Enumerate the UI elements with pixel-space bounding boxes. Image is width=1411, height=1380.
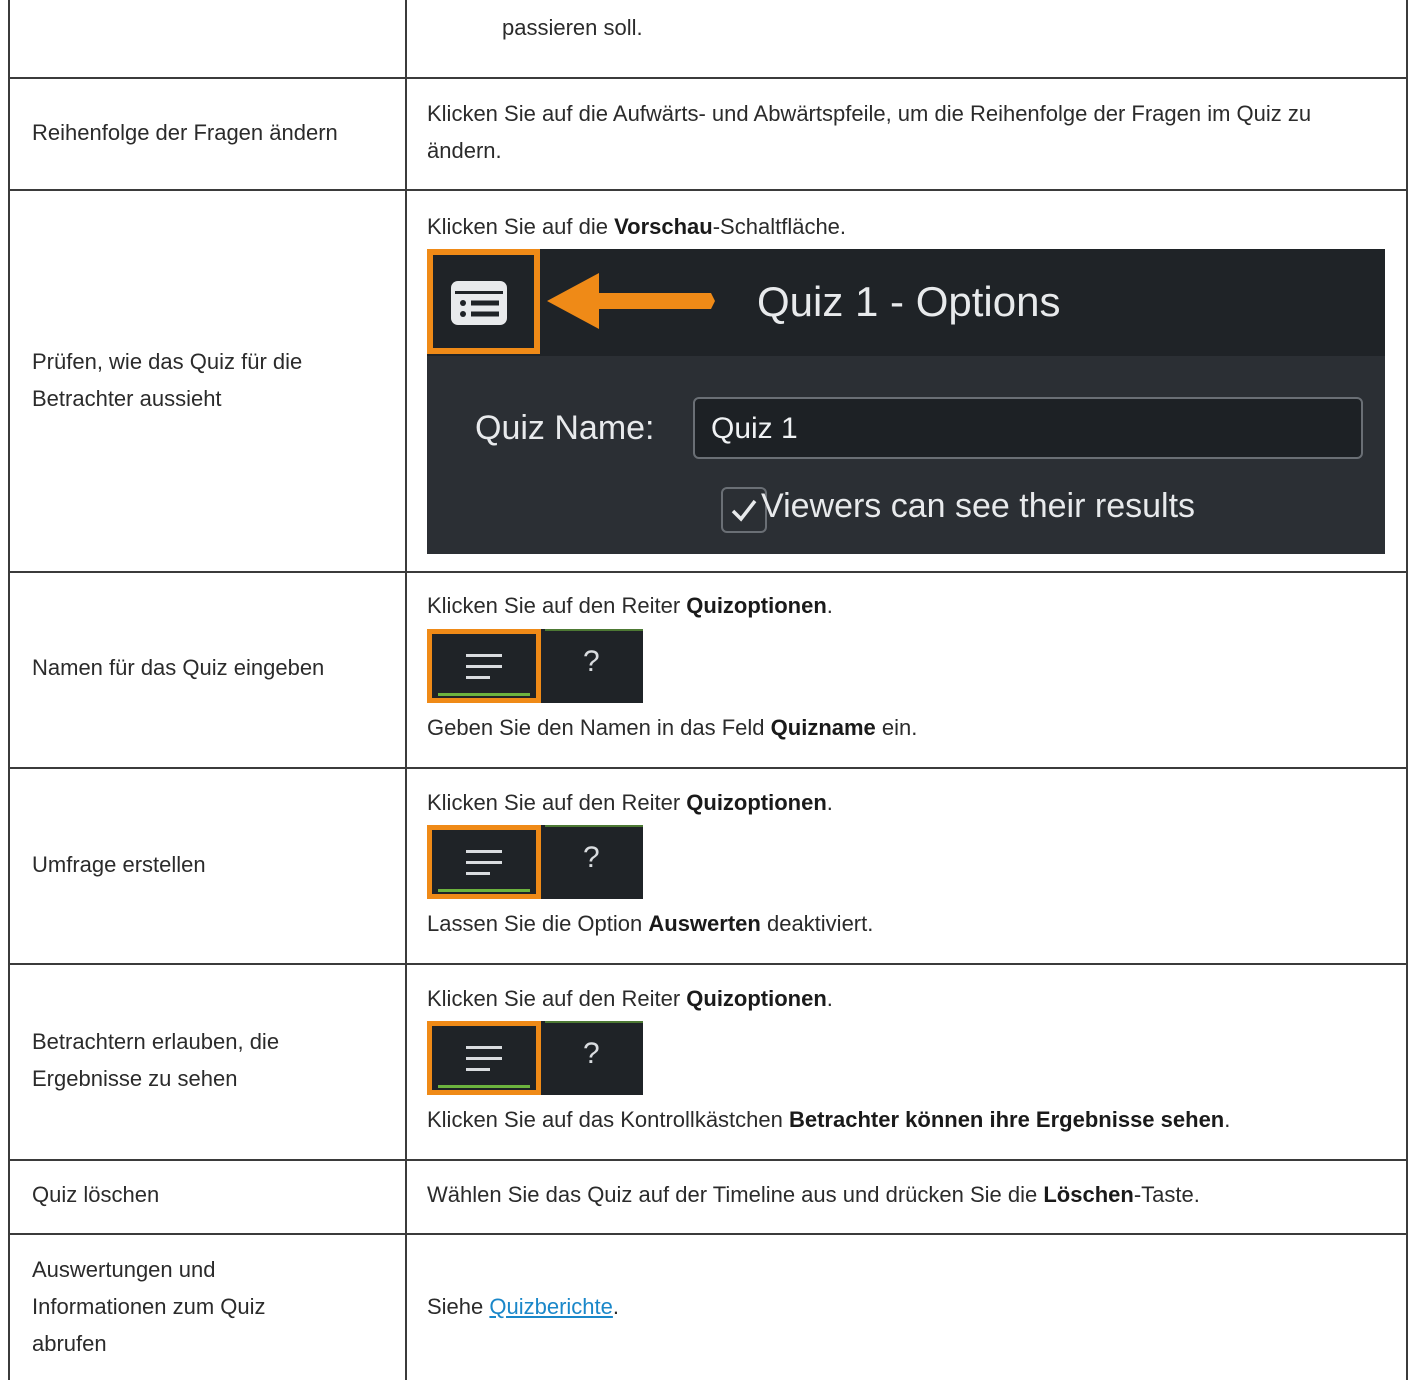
question-icon: ? bbox=[583, 1037, 600, 1070]
row-label: Auswertungen und Informationen zum Quiz … bbox=[32, 1257, 266, 1356]
help-tab: ? bbox=[545, 629, 643, 703]
options-screenshot: Quiz 1 - Options Quiz Name: Quiz 1 Viewe… bbox=[427, 249, 1385, 554]
tab-indicator bbox=[438, 693, 530, 696]
row-label: Umfrage erstellen bbox=[32, 852, 206, 877]
row-desc-cell: Klicken Sie auf den Reiter Quizoptionen.… bbox=[407, 573, 1408, 767]
row-label: Quiz löschen bbox=[32, 1182, 160, 1207]
row-label: Reihenfolge der Fragen ändern bbox=[32, 120, 338, 145]
desc-text: . bbox=[826, 986, 833, 1011]
help-tab: ? bbox=[545, 825, 643, 899]
row-desc-cell: Klicken Sie auf die Vorschau-Schaltfläch… bbox=[407, 191, 1408, 571]
tab-border bbox=[545, 825, 643, 827]
desc-bold: Quizname bbox=[770, 715, 876, 740]
desc-text: Wählen Sie das Quiz auf der Timeline aus… bbox=[427, 1182, 1044, 1207]
desc-bold: Quizoptionen bbox=[686, 593, 827, 618]
desc-text: . bbox=[1224, 1107, 1231, 1132]
arrow-icon bbox=[547, 273, 715, 329]
tab-border bbox=[545, 629, 643, 631]
row-label-cell: Namen für das Quiz eingeben bbox=[8, 573, 407, 767]
tab-indicator bbox=[438, 889, 530, 892]
desc-text: Klicken Sie auf den Reiter bbox=[427, 593, 687, 618]
tab-border bbox=[545, 1021, 643, 1023]
row-label: Prüfen, wie das Quiz für die Betrachter … bbox=[32, 349, 303, 411]
quiz-name-value: Quiz 1 bbox=[711, 412, 798, 445]
table-row: Umfrage erstellen Klicken Sie auf den Re… bbox=[8, 769, 1408, 963]
row-desc: passieren soll. bbox=[502, 15, 643, 40]
table-row: Auswertungen und Informationen zum Quiz … bbox=[8, 1235, 1408, 1380]
quiz-tabs-image: ? bbox=[427, 629, 643, 703]
row-desc-cell: Klicken Sie auf die Aufwärts- und Abwärt… bbox=[407, 79, 1408, 189]
row-label-cell: Quiz löschen bbox=[8, 1161, 407, 1233]
row-desc-2: Lassen Sie die Option Auswerten deaktivi… bbox=[427, 905, 1386, 942]
desc-text: . bbox=[826, 790, 833, 815]
question-icon: ? bbox=[583, 841, 600, 874]
row-desc-cell: passieren soll. bbox=[407, 0, 1408, 77]
row-desc-2: Klicken Sie auf das Kontrollkästchen Bet… bbox=[427, 1101, 1386, 1138]
row-label-cell: Auswertungen und Informationen zum Quiz … bbox=[8, 1235, 407, 1380]
desc-bold: Auswerten bbox=[648, 911, 761, 936]
checkmark-icon bbox=[731, 499, 757, 522]
quizberichte-link[interactable]: Quizberichte bbox=[489, 1294, 613, 1319]
row-desc: Klicken Sie auf den Reiter Quizoptionen. bbox=[427, 587, 1386, 624]
viewers-results-label: Viewers can see their results bbox=[761, 487, 1196, 525]
preview-icon bbox=[451, 281, 507, 325]
table-row: Namen für das Quiz eingeben Klicken Sie … bbox=[8, 573, 1408, 767]
lines-icon bbox=[466, 654, 502, 679]
quiz-tabs-image: ? bbox=[427, 1021, 643, 1095]
row-desc-2: Geben Sie den Namen in das Feld Quizname… bbox=[427, 709, 1386, 746]
desc-text: Geben Sie den Namen in das Feld bbox=[427, 715, 771, 740]
desc-text: . bbox=[826, 593, 833, 618]
row-label-cell: Prüfen, wie das Quiz für die Betrachter … bbox=[8, 191, 407, 571]
tab-indicator bbox=[438, 1085, 530, 1088]
row-label-cell: Reihenfolge der Fragen ändern bbox=[8, 79, 407, 189]
desc-text: Klicken Sie auf das Kontrollkästchen bbox=[427, 1107, 789, 1132]
row-label-cell: Umfrage erstellen bbox=[8, 769, 407, 963]
table-row: Reihenfolge der Fragen ändern Klicken Si… bbox=[8, 79, 1408, 189]
row-desc: Klicken Sie auf die Vorschau-Schaltfläch… bbox=[427, 208, 1386, 245]
desc-text: Klicken Sie auf den Reiter bbox=[427, 986, 687, 1011]
row-desc-cell: Wählen Sie das Quiz auf der Timeline aus… bbox=[407, 1161, 1408, 1233]
desc-text: Klicken Sie auf den Reiter bbox=[427, 790, 687, 815]
lines-icon bbox=[466, 850, 502, 875]
quiz-options-title: Quiz 1 - Options bbox=[757, 278, 1061, 325]
row-desc: Wählen Sie das Quiz auf der Timeline aus… bbox=[427, 1176, 1386, 1213]
row-desc-cell: Klicken Sie auf den Reiter Quizoptionen.… bbox=[407, 769, 1408, 963]
row-label: Betrachtern erlauben, die Ergebnisse zu … bbox=[32, 1029, 280, 1091]
row-desc: Klicken Sie auf den Reiter Quizoptionen. bbox=[427, 784, 1386, 821]
row-desc: Klicken Sie auf die Aufwärts- und Abwärt… bbox=[427, 101, 1312, 163]
desc-text: Lassen Sie die Option bbox=[427, 911, 649, 936]
row-desc-cell: Klicken Sie auf den Reiter Quizoptionen.… bbox=[407, 965, 1408, 1159]
desc-text: . bbox=[612, 1294, 620, 1319]
desc-bold: Löschen bbox=[1043, 1182, 1134, 1207]
table-row: Quiz löschen Wählen Sie das Quiz auf der… bbox=[8, 1161, 1408, 1233]
desc-text: Klicken Sie auf die bbox=[427, 214, 615, 239]
quiz-options-tab bbox=[427, 825, 541, 899]
quiz-options-tab bbox=[427, 629, 541, 703]
quiz-name-field: Quiz 1 bbox=[693, 397, 1363, 459]
desc-text: -Schaltfläche. bbox=[712, 214, 847, 239]
desc-text: ein. bbox=[875, 715, 918, 740]
row-desc: Klicken Sie auf den Reiter Quizoptionen. bbox=[427, 980, 1386, 1017]
help-tab: ? bbox=[545, 1021, 643, 1095]
row-label-cell: Betrachtern erlauben, die Ergebnisse zu … bbox=[8, 965, 407, 1159]
desc-text: deaktiviert. bbox=[760, 911, 874, 936]
desc-text: -Taste. bbox=[1133, 1182, 1200, 1207]
desc-bold: Quizoptionen bbox=[686, 986, 827, 1011]
row-label: Namen für das Quiz eingeben bbox=[32, 655, 325, 680]
quiz-options-tab bbox=[427, 1021, 541, 1095]
row-desc-cell: Siehe Quizberichte. bbox=[407, 1235, 1408, 1380]
lines-icon bbox=[466, 1046, 502, 1071]
desc-text: Siehe bbox=[427, 1294, 490, 1319]
quiz-name-label: Quiz Name: bbox=[475, 409, 655, 447]
row-label-cell bbox=[8, 0, 407, 77]
desc-bold: Betrachter können ihre Ergebnisse sehen bbox=[788, 1107, 1225, 1132]
table-row: Betrachtern erlauben, die Ergebnisse zu … bbox=[8, 965, 1408, 1159]
desc-bold: Quizoptionen bbox=[686, 790, 827, 815]
table-row: passieren soll. bbox=[8, 0, 1408, 77]
quiz-tabs-image: ? bbox=[427, 825, 643, 899]
desc-bold: Vorschau bbox=[614, 214, 713, 239]
table-row: Prüfen, wie das Quiz für die Betrachter … bbox=[8, 191, 1408, 571]
question-icon: ? bbox=[583, 645, 600, 678]
row-desc: Siehe Quizberichte. bbox=[427, 1288, 1386, 1325]
